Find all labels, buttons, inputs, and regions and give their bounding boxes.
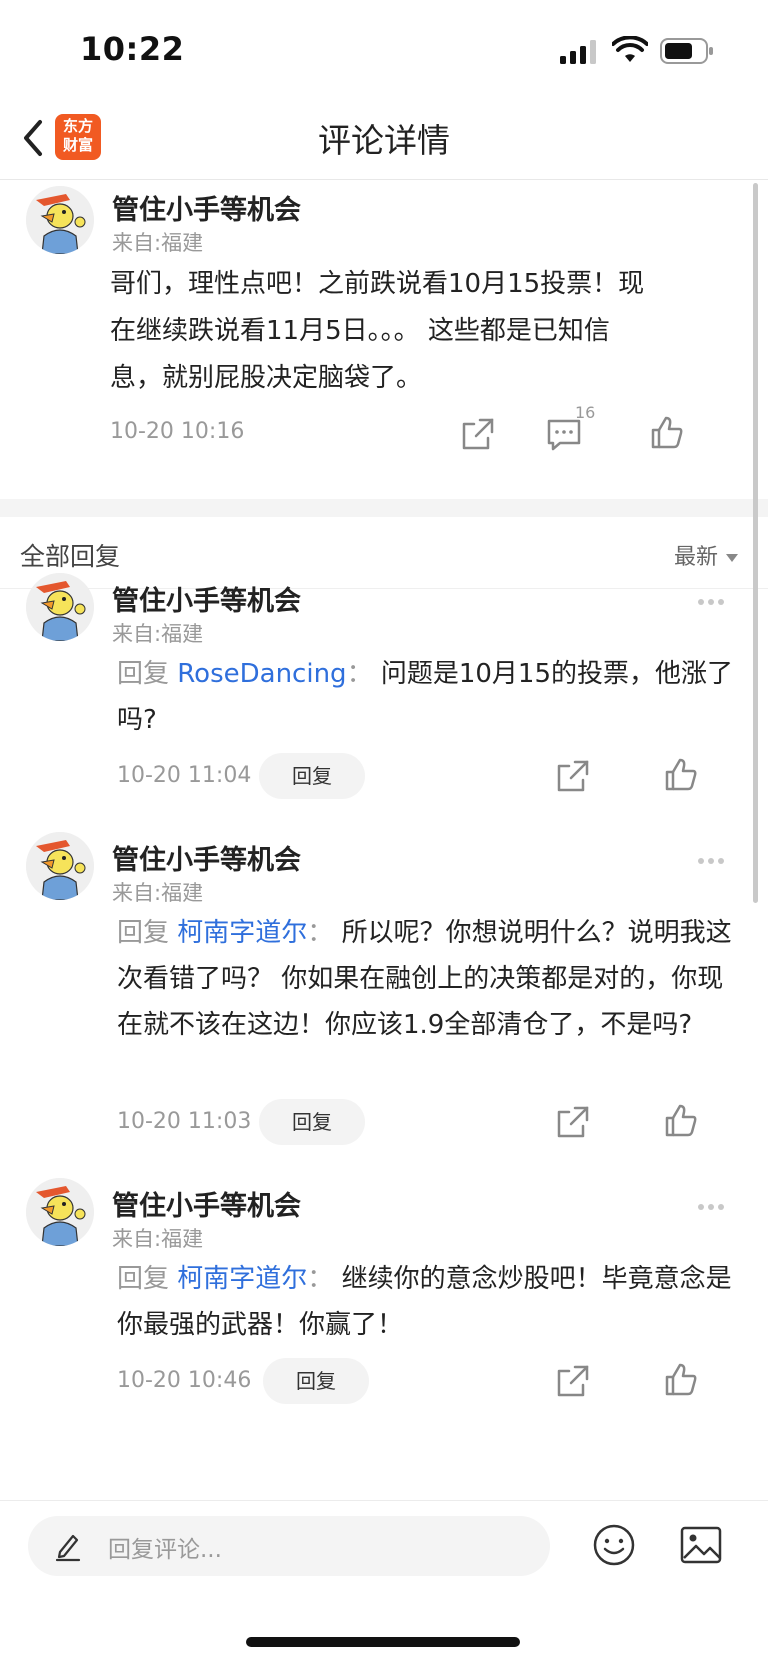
reply-comment-input[interactable]: 回复评论... — [28, 1516, 550, 1576]
reply-text: 回复 RoseDancing： 问题是10月15的投票，他涨了吗? — [117, 651, 737, 743]
avatar-cartoon-duck — [26, 832, 94, 900]
home-indicator — [246, 1637, 520, 1647]
avatar-cartoon-duck — [26, 186, 94, 254]
bottom-input-bar: 回复评论... — [0, 1500, 768, 1663]
more-dots-icon[interactable] — [698, 849, 732, 864]
scrollbar[interactable] — [753, 183, 758, 903]
like-icon[interactable] — [661, 1360, 701, 1400]
reply-time: 10-20 10:46 — [117, 1368, 252, 1393]
reply-text: 回复 柯南字道尔： 所以呢？你想说明什么？说明我这次看错了吗？ 你如果在融创上的… — [117, 910, 737, 1048]
reply-item: 管住小手等机会 来自:福建 回复 柯南字道尔： 继续你的意念炒股吧！毕竟意念是你… — [0, 1178, 768, 1418]
reply-text: 回复 柯南字道尔： 继续你的意念炒股吧！毕竟意念是你最强的武器！你赢了！ — [117, 1256, 737, 1348]
share-icon[interactable] — [553, 1361, 593, 1401]
reply-time: 10-20 11:04 — [117, 763, 252, 788]
pen-icon — [55, 1534, 81, 1562]
reply-colon: ： — [307, 918, 334, 948]
avatar[interactable] — [26, 1178, 94, 1246]
user-location: 来自:福建 — [112, 1227, 204, 1251]
comment-line: 息，就别屁股决定脑袋了。 — [110, 363, 423, 393]
comment-text: 哥们，理性点吧！之前跌说看10月15投票！现 在继续跌说看11月5日。。。 这些… — [110, 261, 730, 402]
nav-header: 东方财富 评论详情 — [0, 100, 768, 180]
reply-to-user[interactable]: 柯南字道尔 — [177, 918, 307, 948]
like-icon[interactable] — [661, 1101, 701, 1141]
share-icon[interactable] — [553, 756, 593, 796]
wifi-icon — [612, 36, 648, 62]
username[interactable]: 管住小手等机会 — [112, 579, 301, 618]
user-location: 来自:福建 — [112, 881, 204, 905]
reply-label: 回复 — [117, 659, 170, 689]
user-location: 来自:福建 — [112, 231, 204, 255]
username[interactable]: 管住小手等机会 — [112, 1184, 301, 1223]
page-title: 评论详情 — [318, 121, 450, 160]
image-icon[interactable] — [680, 1525, 722, 1565]
like-icon[interactable] — [647, 413, 687, 453]
reply-label: 回复 — [117, 918, 170, 948]
main-comment: 管住小手等机会 来自:福建 哥们，理性点吧！之前跌说看10月15投票！现 在继续… — [0, 181, 768, 499]
reply-time: 10-20 11:03 — [117, 1109, 252, 1134]
caret-down-icon — [726, 554, 738, 562]
share-icon[interactable] — [553, 1102, 593, 1142]
reply-to-user[interactable]: RoseDancing — [177, 659, 346, 689]
avatar[interactable] — [26, 573, 94, 641]
reply-label: 回复 — [117, 1264, 170, 1294]
battery-icon — [660, 38, 713, 64]
section-divider — [0, 499, 768, 517]
reply-colon: ： — [307, 1264, 334, 1294]
cellular-signal-icon — [560, 40, 596, 64]
replies-title: 全部回复 — [20, 542, 121, 571]
avatar[interactable] — [26, 186, 94, 254]
reply-button[interactable]: 回复 — [259, 1099, 365, 1145]
reply-colon: ： — [346, 659, 373, 689]
emoji-icon[interactable] — [592, 1523, 636, 1567]
reply-item: 管住小手等机会 来自:福建 回复 RoseDancing： 问题是10月15的投… — [0, 573, 768, 813]
reply-button[interactable]: 回复 — [263, 1358, 369, 1404]
user-location: 来自:福建 — [112, 622, 204, 646]
sort-label: 最新 — [673, 545, 718, 570]
like-icon[interactable] — [661, 755, 701, 795]
reply-count-badge: 16 — [575, 403, 596, 422]
avatar-cartoon-duck — [26, 1178, 94, 1246]
share-icon[interactable] — [458, 414, 498, 454]
sort-dropdown[interactable]: 最新 — [674, 539, 738, 571]
status-bar: 10:22 — [0, 0, 768, 100]
avatar-cartoon-duck — [26, 573, 94, 641]
more-dots-icon[interactable] — [698, 1195, 732, 1210]
avatar[interactable] — [26, 832, 94, 900]
comment-line: 在继续跌说看11月5日。。。 这些都是已知信 — [110, 316, 610, 346]
username[interactable]: 管住小手等机会 — [112, 188, 301, 227]
reply-to-user[interactable]: 柯南字道尔 — [177, 1264, 307, 1294]
comment-line: 哥们，理性点吧！之前跌说看10月15投票！现 — [110, 269, 645, 299]
comment-time: 10-20 10:16 — [110, 419, 245, 444]
username[interactable]: 管住小手等机会 — [112, 838, 301, 877]
reply-button[interactable]: 回复 — [259, 753, 365, 799]
status-time: 10:22 — [80, 30, 185, 68]
more-dots-icon[interactable] — [698, 590, 732, 605]
reply-item: 管住小手等机会 来自:福建 回复 柯南字道尔： 所以呢？你想说明什么？说明我这次… — [0, 832, 768, 1162]
input-placeholder: 回复评论... — [108, 1537, 222, 1563]
